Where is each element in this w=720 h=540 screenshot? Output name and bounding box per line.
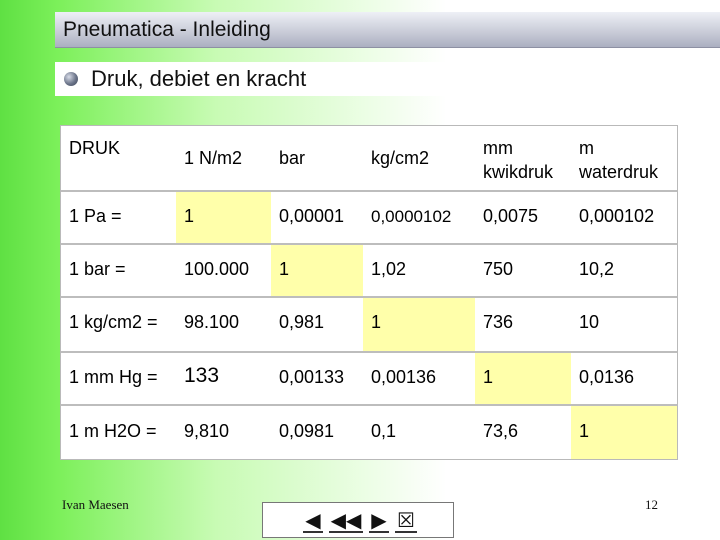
table-cell: 1 [271,245,363,298]
row-label: 1 mm Hg = [69,367,158,387]
pressure-conversion-table: DRUK 1 N/m2 bar kg/cm2 mm kwikdruk m wat… [60,125,678,460]
table-cell: 750 [483,259,514,279]
section-title: Druk, debiet en kracht [91,66,307,91]
table-row: 1 mm Hg = 133 0,00133 0,00136 1 0,0136 [61,351,677,406]
slide-title: Pneumatica - Inleiding [63,18,271,41]
first-slide-button[interactable]: ◀◀ [327,509,365,533]
header-cell-nm2: 1 N/m2 [184,148,243,168]
table-cell: 10,2 [579,259,615,279]
previous-slide-button[interactable]: ◀ [301,509,325,533]
table-cell: 0,0000102 [371,207,452,226]
slide-navigation: ◀ ◀◀ ▶ ☒ [262,502,454,538]
table-cell: 0,00001 [279,206,345,226]
table-cell: 0,1 [371,421,397,441]
table-cell: 10 [579,312,600,332]
next-slide-button[interactable]: ▶ [367,509,391,533]
table-row: 1 m H2O = 9,810 0,0981 0,1 73,6 1 [61,404,677,459]
table-cell: 1 [176,192,271,245]
row-label: 1 kg/cm2 = [69,312,158,332]
row-label: 1 bar = [69,259,126,279]
table-cell: 73,6 [483,421,519,441]
close-icon: ☒ [397,510,415,532]
table-cell: 0,00133 [279,367,345,387]
table-cell: 0,0136 [579,367,635,387]
double-chevron-left-icon: ◀◀ [330,510,362,532]
table-cell: 1 [363,298,475,351]
table-cell: 0,000102 [579,206,655,226]
table-row: 1 bar = 100.000 1 1,02 750 10,2 [61,243,677,298]
table-cell: 1 [571,406,677,459]
header-cell-kgcm2: kg/cm2 [371,148,430,168]
title-bar: Pneumatica - Inleiding [55,12,720,48]
row-label: 1 Pa = [69,206,122,226]
table-cell: 0,00136 [371,367,437,387]
chevron-left-icon: ◀ [305,510,321,532]
header-cell-druk: DRUK [69,138,121,158]
chevron-right-icon: ▶ [371,510,387,532]
header-cell-mm-kwikdruk: mm kwikdruk [483,138,554,182]
table-cell: 9,810 [184,421,230,441]
table-cell: 0,0075 [483,206,539,226]
table-header-row: DRUK 1 N/m2 bar kg/cm2 mm kwikdruk m wat… [61,126,677,190]
close-button[interactable]: ☒ [393,509,419,533]
footer-author: Ivan Maesen [62,497,129,512]
table-cell: 1,02 [371,259,407,279]
page-number: 12 [645,497,658,512]
table-cell: 100.000 [184,259,250,279]
table-cell: 736 [483,312,514,332]
section-header: Druk, debiet en kracht [55,62,720,96]
row-label: 1 m H2O = [69,421,157,441]
table-cell: 133 [184,364,220,387]
table-row: 1 kg/cm2 = 98.100 0,981 1 736 10 [61,296,677,351]
header-cell-bar: bar [279,148,306,168]
table-cell: 0,981 [279,312,325,332]
header-cell-m-waterdruk: m waterdruk [579,138,659,182]
table-row: 1 Pa = 1 0,00001 0,0000102 0,0075 0,0001… [61,190,677,245]
table-cell: 98.100 [184,312,240,332]
bullet-icon [64,72,78,86]
table-cell: 1 [475,353,571,406]
table-cell: 0,0981 [279,421,335,441]
